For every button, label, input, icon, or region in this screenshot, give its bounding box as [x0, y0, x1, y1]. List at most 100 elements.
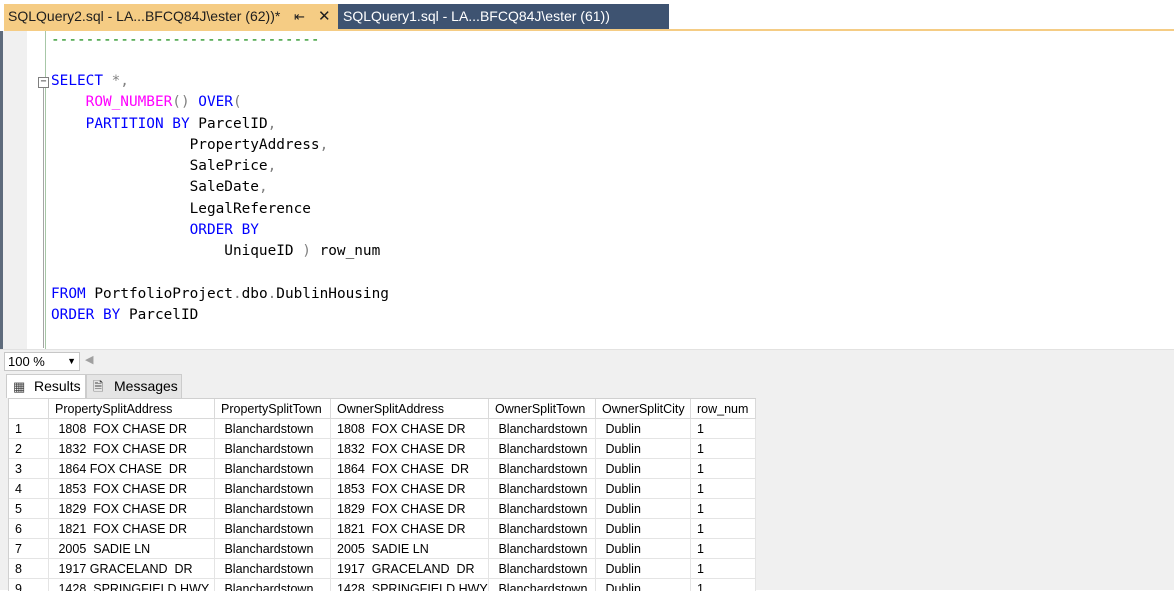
table-cell[interactable]: Blanchardstown [215, 479, 331, 499]
table-cell[interactable]: Blanchardstown [489, 459, 596, 479]
table-cell[interactable]: 1832 FOX CHASE DR [49, 439, 215, 459]
row-number[interactable]: 1 [9, 419, 49, 439]
code-line-partition: PARTITION BY ParcelID, [85, 116, 277, 132]
table-cell[interactable]: 1 [691, 419, 756, 439]
tab-sqlquery1[interactable]: SQLQuery1.sql - LA...BFCQ84J\ester (61)) [338, 4, 669, 29]
row-number[interactable]: 8 [9, 559, 49, 579]
table-cell[interactable]: Dublin [596, 419, 691, 439]
code-line-row-number: ROW_NUMBER() OVER( [85, 94, 242, 110]
table-cell[interactable]: 1428 SPRINGFIELD HWY [49, 579, 215, 591]
table-cell[interactable]: Blanchardstown [215, 539, 331, 559]
table-cell[interactable]: 1808 FOX CHASE DR [331, 419, 489, 439]
table-cell[interactable]: Blanchardstown [489, 519, 596, 539]
table-cell[interactable]: Blanchardstown [489, 439, 596, 459]
table-cell[interactable]: 1 [691, 559, 756, 579]
row-number[interactable]: 4 [9, 479, 49, 499]
table-cell[interactable]: 1428 SPRINGFIELD HWY [331, 579, 489, 591]
collapse-icon[interactable]: − [38, 77, 49, 88]
column-header[interactable]: row_num [691, 399, 756, 419]
scroll-left-icon[interactable]: ◀ [85, 352, 93, 369]
table-cell[interactable]: Dublin [596, 519, 691, 539]
table-cell[interactable]: Blanchardstown [215, 519, 331, 539]
code-line-order-by-parcel: ORDER BY ParcelID [51, 307, 199, 323]
table-cell[interactable]: Blanchardstown [215, 439, 331, 459]
table-cell[interactable]: Blanchardstown [489, 479, 596, 499]
code-line-col4: SaleDate, [189, 179, 268, 195]
table-cell[interactable]: 2005 SADIE LN [331, 539, 489, 559]
tab-messages-label: Messages [114, 378, 178, 394]
table-cell[interactable]: 1821 FOX CHASE DR [331, 519, 489, 539]
table-cell[interactable]: 1 [691, 499, 756, 519]
code-line-uniqueid: UniqueID ) row_num [224, 243, 381, 259]
code-line-order-by: ORDER BY [189, 222, 259, 238]
table-cell[interactable]: Blanchardstown [489, 579, 596, 591]
table-cell[interactable]: Blanchardstown [489, 419, 596, 439]
table-cell[interactable]: Dublin [596, 579, 691, 591]
row-number[interactable]: 2 [9, 439, 49, 459]
table-cell[interactable]: Dublin [596, 439, 691, 459]
row-number[interactable]: 6 [9, 519, 49, 539]
table-cell[interactable]: 1 [691, 479, 756, 499]
column-header[interactable]: OwnerSplitAddress [331, 399, 489, 419]
row-number[interactable]: 5 [9, 499, 49, 519]
column-header[interactable]: PropertySplitTown [215, 399, 331, 419]
table-cell[interactable]: 1 [691, 579, 756, 591]
table-cell[interactable]: 1917 GRACELAND DR [49, 559, 215, 579]
code-line-col2: PropertyAddress, [189, 137, 329, 153]
query-editor[interactable]: − ------------------------------- SELECT… [0, 31, 1174, 349]
column-header[interactable]: OwnerSplitTown [489, 399, 596, 419]
table-cell[interactable]: 1821 FOX CHASE DR [49, 519, 215, 539]
table-cell[interactable]: Blanchardstown [215, 499, 331, 519]
table-cell[interactable]: 2005 SADIE LN [49, 539, 215, 559]
table-cell[interactable]: 1853 FOX CHASE DR [49, 479, 215, 499]
grid-icon: ▦ [13, 379, 26, 394]
outline-fold-line [43, 83, 44, 348]
column-header[interactable]: OwnerSplitCity [596, 399, 691, 419]
table-cell[interactable]: 1 [691, 519, 756, 539]
table-cell[interactable]: 1 [691, 539, 756, 559]
row-number[interactable]: 9 [9, 579, 49, 591]
row-number[interactable]: 7 [9, 539, 49, 559]
table-cell[interactable]: Blanchardstown [215, 559, 331, 579]
table-cell[interactable]: 1829 FOX CHASE DR [49, 499, 215, 519]
row-number[interactable]: 3 [9, 459, 49, 479]
document-tab-bar: SQLQuery2.sql - LA...BFCQ84J\ester (62))… [0, 0, 1174, 31]
pin-icon[interactable]: ⇤ [294, 4, 305, 29]
table-cell[interactable]: 1864 FOX CHASE DR [331, 459, 489, 479]
table-cell[interactable]: Blanchardstown [215, 419, 331, 439]
table-cell[interactable]: 1917 GRACELAND DR [331, 559, 489, 579]
grid-corner[interactable] [9, 399, 49, 419]
tab-sqlquery2[interactable]: SQLQuery2.sql - LA...BFCQ84J\ester (62))… [4, 4, 338, 29]
code-line-dashes: ------------------------------- [51, 32, 320, 48]
zoom-dropdown[interactable]: 100 % ▼ [4, 352, 80, 371]
table-cell[interactable]: 1808 FOX CHASE DR [49, 419, 215, 439]
table-cell[interactable]: Blanchardstown [215, 459, 331, 479]
code-line-col5: LegalReference [189, 201, 311, 217]
tab-label: SQLQuery2.sql - LA...BFCQ84J\ester (62))… [8, 8, 281, 24]
table-cell[interactable]: Dublin [596, 479, 691, 499]
table-cell[interactable]: Dublin [596, 559, 691, 579]
tab-results[interactable]: ▦ Results [6, 374, 86, 399]
table-cell[interactable]: Dublin [596, 539, 691, 559]
tab-messages[interactable]: 🗎 Messages [86, 374, 182, 398]
code-line-from: FROM PortfolioProject.dbo.DublinHousing [51, 286, 389, 302]
table-cell[interactable]: 1 [691, 459, 756, 479]
table-cell[interactable]: Blanchardstown [489, 499, 596, 519]
table-cell[interactable]: Dublin [596, 459, 691, 479]
column-header[interactable]: PropertySplitAddress [49, 399, 215, 419]
table-cell[interactable]: 1853 FOX CHASE DR [331, 479, 489, 499]
table-cell[interactable]: Blanchardstown [489, 559, 596, 579]
editor-gutter [3, 31, 27, 349]
table-cell[interactable]: Blanchardstown [489, 539, 596, 559]
table-cell[interactable]: 1864 FOX CHASE DR [49, 459, 215, 479]
table-cell[interactable]: Blanchardstown [215, 579, 331, 591]
table-cell[interactable]: 1 [691, 439, 756, 459]
results-grid[interactable]: PropertySplitAddress PropertySplitTown Own… [8, 398, 756, 591]
table-cell[interactable]: 1829 FOX CHASE DR [331, 499, 489, 519]
zoom-value: 100 % [8, 354, 45, 369]
editor-zoom-bar: 100 % ▼ ◀ [0, 349, 1174, 372]
table-cell[interactable]: Dublin [596, 499, 691, 519]
table-cell[interactable]: 1832 FOX CHASE DR [331, 439, 489, 459]
close-icon[interactable]: ✕ [318, 4, 331, 29]
results-pane: PropertySplitAddress PropertySplitTown Own… [0, 398, 1174, 591]
